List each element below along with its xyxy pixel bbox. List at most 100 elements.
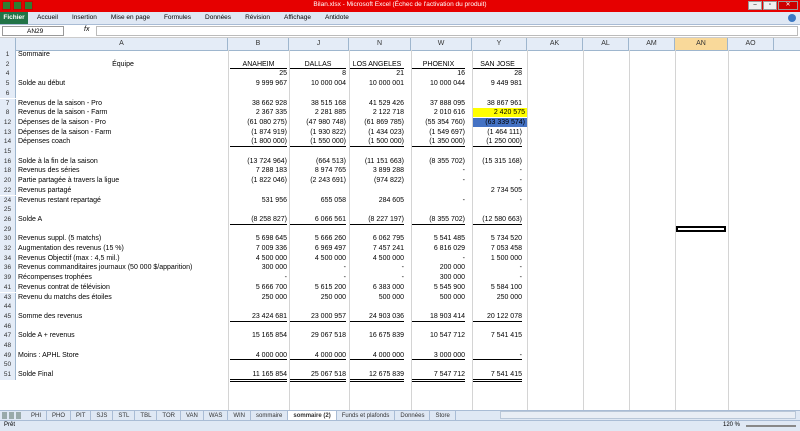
row-header[interactable]: 12 xyxy=(0,117,16,128)
minimize-icon[interactable]: – xyxy=(748,1,762,10)
cell-value[interactable]: 1 500 000 xyxy=(473,254,522,263)
cell-value[interactable]: 7 053 458 xyxy=(473,244,522,253)
horizontal-scrollbar[interactable] xyxy=(500,411,796,419)
cell-label[interactable]: Somme des revenus xyxy=(18,312,82,322)
cell-value[interactable]: 8 974 765 xyxy=(290,166,346,175)
cell-value[interactable]: 2 420 575 xyxy=(473,108,527,117)
zoom-slider[interactable] xyxy=(746,425,796,427)
cell-value[interactable]: 16 xyxy=(412,69,465,78)
cell-value[interactable] xyxy=(350,186,404,195)
col-header-al[interactable]: AL xyxy=(583,38,629,50)
cell-value[interactable]: 38 662 928 xyxy=(230,99,287,108)
row-header[interactable]: 1 xyxy=(0,50,16,60)
cell-value[interactable]: 4 000 000 xyxy=(290,351,346,361)
cell-value[interactable]: (1 800 000) xyxy=(230,137,287,147)
row-header[interactable]: 36 xyxy=(0,263,16,274)
cell-value[interactable]: 5 666 700 xyxy=(230,283,287,292)
cell-value[interactable]: 38 867 961 xyxy=(473,99,522,108)
row-header[interactable]: 34 xyxy=(0,253,16,264)
cell-value[interactable]: 2 367 335 xyxy=(230,108,287,117)
tab-mise-en-page[interactable]: Mise en page xyxy=(104,12,157,24)
cell-value[interactable] xyxy=(230,186,287,195)
cell-value[interactable]: - xyxy=(412,196,465,205)
cell-value[interactable]: - xyxy=(473,351,522,361)
cell-label[interactable]: Sommaire xyxy=(18,50,50,60)
row-header[interactable]: 44 xyxy=(0,302,16,312)
cell-value[interactable]: 7 547 712 xyxy=(412,370,465,382)
cell-value[interactable]: (1 550 000) xyxy=(290,137,346,147)
cell-value[interactable]: 2 122 718 xyxy=(350,108,404,117)
row-header[interactable]: 29 xyxy=(0,224,16,235)
cell-value[interactable]: 250 000 xyxy=(230,293,287,302)
cell-value[interactable]: (1 434 023) xyxy=(350,128,404,137)
cell-value[interactable]: 5 584 100 xyxy=(473,283,522,292)
cell-value[interactable]: (8 355 702) xyxy=(412,215,465,225)
cell-label[interactable]: Récompenses trophées xyxy=(18,273,92,283)
zoom-level[interactable]: 120 % xyxy=(723,422,740,428)
row-header[interactable]: 43 xyxy=(0,292,16,303)
col-header-y[interactable]: Y xyxy=(472,38,527,50)
cell-value[interactable]: (1 822 046) xyxy=(230,176,287,185)
cell-value[interactable]: 2 281 885 xyxy=(290,108,346,117)
row-header[interactable]: 46 xyxy=(0,321,16,332)
cell-value[interactable]: 5 666 260 xyxy=(290,234,346,243)
cell-label[interactable]: Revenus de la saison - Pro xyxy=(18,99,102,109)
cell-value[interactable]: DALLAS xyxy=(290,60,346,70)
cell-value[interactable]: - xyxy=(350,273,404,282)
tab-insertion[interactable]: Insertion xyxy=(65,12,104,24)
cell-value[interactable]: 2 010 616 xyxy=(412,108,465,117)
cell-label[interactable]: Dépenses de la saison - Pro xyxy=(18,118,106,128)
cell-value[interactable] xyxy=(290,186,346,195)
row-header[interactable]: 22 xyxy=(0,185,16,196)
cell-value[interactable]: (8 355 702) xyxy=(412,157,465,166)
cell-label[interactable]: Moins : APHL Store xyxy=(18,351,79,361)
next-sheet-icon[interactable] xyxy=(16,412,21,419)
cell-label[interactable]: Dépenses de la saison - Farm xyxy=(18,128,111,138)
cell-value[interactable]: (1 464 111) xyxy=(473,128,522,137)
row-header[interactable]: 41 xyxy=(0,282,16,293)
cell-value[interactable]: 250 000 xyxy=(473,293,522,302)
cell-value[interactable]: 200 000 xyxy=(412,263,465,272)
col-header-am[interactable]: AM xyxy=(629,38,675,50)
cell-value[interactable]: (13 724 964) xyxy=(230,157,287,166)
cell-value[interactable]: 6 066 561 xyxy=(290,215,346,225)
cell-value[interactable]: - xyxy=(473,273,522,282)
cell-value[interactable]: 11 165 854 xyxy=(230,370,287,382)
row-header[interactable]: 8 xyxy=(0,108,16,118)
row-header[interactable]: 5 xyxy=(0,79,16,89)
row-header[interactable]: 13 xyxy=(0,127,16,138)
row-header[interactable]: 47 xyxy=(0,331,16,341)
row-header[interactable]: 4 xyxy=(0,69,16,80)
cell-value[interactable]: 21 xyxy=(350,69,404,78)
cell-value[interactable]: 8 xyxy=(290,69,346,78)
cell-label[interactable]: Revenus suppl. (5 matchs) xyxy=(18,234,101,244)
cell-label[interactable]: Solde à la fin de la saison xyxy=(18,157,98,167)
cell-value[interactable]: - xyxy=(473,196,522,205)
cell-value[interactable]: 500 000 xyxy=(350,293,404,302)
cell-value[interactable]: (8 227 197) xyxy=(350,215,404,225)
cell-value[interactable] xyxy=(412,186,465,195)
cell-value[interactable]: 23 424 681 xyxy=(230,312,287,322)
row-header[interactable]: 7 xyxy=(0,98,16,109)
cell-value[interactable]: 6 816 029 xyxy=(412,244,465,253)
cell-value[interactable]: 7 009 336 xyxy=(230,244,287,253)
fx-icon[interactable]: fx xyxy=(84,26,89,33)
cell-value[interactable]: (1 930 822) xyxy=(290,128,346,137)
cell-value[interactable]: (61 080 275) xyxy=(230,118,287,127)
cell-label[interactable]: Revenu du matchs des étoiles xyxy=(18,293,112,303)
cell-value[interactable]: 10 000 004 xyxy=(290,79,346,88)
cell-value[interactable]: (1 350 000) xyxy=(412,137,465,147)
row-header[interactable]: 45 xyxy=(0,311,16,322)
row-header[interactable]: 26 xyxy=(0,214,16,225)
cell-value[interactable]: (1 874 919) xyxy=(230,128,287,137)
cell-value[interactable]: (1 549 697) xyxy=(412,128,465,137)
close-icon[interactable]: ✕ xyxy=(778,1,798,10)
row-header[interactable]: 24 xyxy=(0,195,16,206)
cell-label[interactable]: Partie partagée à travers la ligue xyxy=(18,176,119,186)
row-header[interactable]: 2 xyxy=(0,59,16,70)
cell-value[interactable]: 3 000 000 xyxy=(412,351,465,361)
cell-value[interactable]: 38 515 168 xyxy=(290,99,346,108)
row-header[interactable]: 39 xyxy=(0,273,16,283)
cell-value[interactable]: (8 258 827) xyxy=(230,215,287,225)
cell-value[interactable]: 15 165 854 xyxy=(230,331,287,340)
